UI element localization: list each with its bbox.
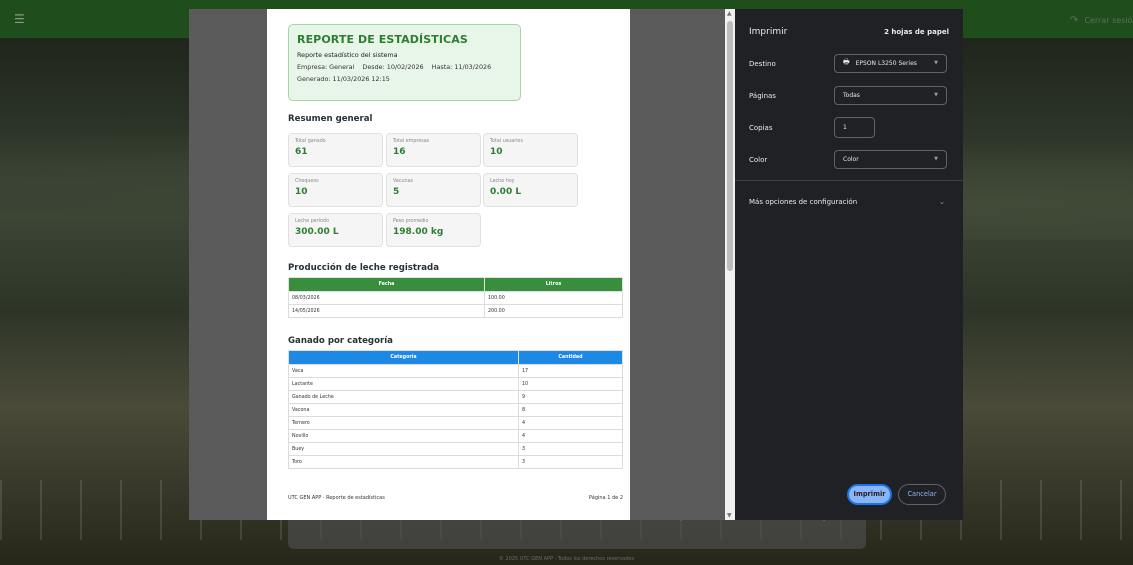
- chevron-down-icon: ▼: [934, 92, 938, 98]
- chevron-down-icon[interactable]: ⌄: [939, 198, 945, 206]
- table-row: Toro 3: [288, 455, 623, 469]
- page-footer-left: UTC GEN APP · Reporte de estadísticas: [288, 495, 385, 501]
- logout-button[interactable]: ↷ Cerrar sesión: [1070, 15, 1133, 26]
- summary-title: Resumen general: [288, 114, 373, 124]
- app-footer: © 2025 UTC GEN APP · Todos los derechos …: [498, 556, 635, 562]
- report-generated: Generado: 11/03/2026 12:15: [297, 75, 390, 83]
- category-header-cantidad: Cantidad: [518, 350, 623, 365]
- report-empresa: Empresa: General: [297, 63, 355, 71]
- color-label: Color: [749, 156, 768, 164]
- copies-input[interactable]: 1: [834, 117, 875, 138]
- copies-label: Copias: [749, 124, 773, 132]
- table-row: Vacona 8: [288, 403, 623, 417]
- report-header: REPORTE DE ESTADÍSTICAS Reporte estadíst…: [288, 24, 521, 101]
- stat-card: Vacunas 5: [386, 173, 481, 207]
- logout-icon: ↷: [1070, 15, 1079, 26]
- category-title: Ganado por categoría: [288, 336, 393, 346]
- cancel-button[interactable]: Cancelar: [898, 484, 946, 505]
- table-row: 14/05/2026 200.00: [288, 304, 623, 318]
- stat-card: Total usuarios 10: [483, 133, 578, 167]
- table-row: Ganado de Leche 9: [288, 390, 623, 404]
- stat-card: Total ganado 61: [288, 133, 383, 167]
- print-button[interactable]: Imprimir: [847, 484, 892, 505]
- report-hasta: Hasta: 11/03/2026: [431, 63, 492, 71]
- table-row: Buey 3: [288, 442, 623, 456]
- printer-icon: 🖶: [843, 58, 850, 66]
- destination-select[interactable]: 🖶 EPSON L3250 Series ▼: [834, 54, 947, 73]
- table-row: Vaca 17: [288, 364, 623, 378]
- preview-page: REPORTE DE ESTADÍSTICAS Reporte estadíst…: [267, 9, 630, 520]
- more-options-toggle[interactable]: Más opciones de configuración: [749, 198, 857, 206]
- scrollbar-thumb[interactable]: [727, 21, 733, 271]
- category-table: Categoría Cantidad Vaca 17 Lactante 10 Gan…: [288, 350, 623, 469]
- sheet-count: 2 hojas de papel: [884, 28, 949, 36]
- scroll-down-icon[interactable]: ▼: [727, 512, 732, 519]
- category-header-categoria: Categoría: [288, 350, 519, 365]
- divider: [735, 180, 963, 181]
- table-row: 08/03/2026 100.00: [288, 291, 623, 305]
- table-row: Novillo 4: [288, 429, 623, 443]
- menu-icon[interactable]: ☰: [14, 13, 26, 25]
- chevron-down-icon: ▼: [934, 156, 938, 162]
- pages-label: Páginas: [749, 92, 776, 100]
- stat-card: Chequeos 10: [288, 173, 383, 207]
- report-title: REPORTE DE ESTADÍSTICAS: [297, 33, 468, 46]
- report-subtitle: Reporte estadístico del sistema: [297, 51, 398, 59]
- pages-select[interactable]: Todas ▼: [834, 86, 947, 105]
- page-number: Página 1 de 2: [588, 495, 623, 501]
- milk-header-litros: Litros: [484, 277, 623, 292]
- scroll-up-icon[interactable]: ▲: [727, 10, 732, 17]
- milk-table: Fecha Litros 08/03/2026 100.00 14/05/2026…: [288, 277, 623, 318]
- stat-card: Total empresas 16: [386, 133, 481, 167]
- report-desde: Desde: 10/02/2026: [362, 63, 424, 71]
- color-select[interactable]: Color ▼: [834, 150, 947, 169]
- table-row: Ternero 4: [288, 416, 623, 430]
- preview-scrollbar[interactable]: ▲ ▼: [725, 9, 735, 520]
- milk-header-fecha: Fecha: [288, 277, 485, 292]
- destination-label: Destino: [749, 60, 776, 68]
- report-filters: Empresa: General Desde: 10/02/2026 Hasta…: [297, 63, 512, 71]
- screen: ☰ ↷Cerrar sesión VacaLactanteGanado de L…: [0, 0, 1133, 565]
- chevron-down-icon: ▼: [934, 60, 938, 66]
- print-title: Imprimir: [749, 27, 788, 37]
- stat-card: Leche hoy 0.00 L: [483, 173, 578, 207]
- milk-title: Producción de leche registrada: [288, 263, 440, 273]
- print-preview: REPORTE DE ESTADÍSTICAS Reporte estadíst…: [189, 9, 725, 520]
- stat-card: Leche período 300.00 L: [288, 213, 383, 247]
- print-settings-panel: Imprimir 2 hojas de papel Destino 🖶 EPSO…: [735, 9, 963, 520]
- page-footer: UTC GEN APP · Reporte de estadísticas Pá…: [288, 495, 623, 501]
- stat-card: Peso promedio 198.00 kg: [386, 213, 481, 247]
- table-row: Lactante 10: [288, 377, 623, 391]
